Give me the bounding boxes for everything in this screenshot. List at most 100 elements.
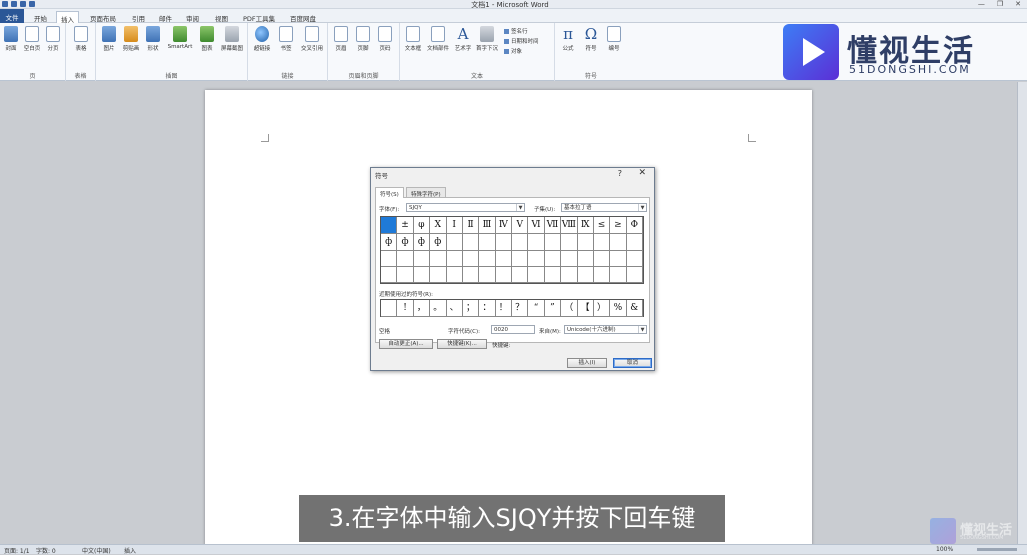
recent-symbol-cell[interactable]: ？: [512, 300, 529, 317]
symbol-cell[interactable]: [561, 234, 578, 251]
page-number-button[interactable]: 页码: [374, 26, 396, 52]
screenshot-button[interactable]: 屏幕截图: [218, 26, 246, 52]
font-combobox[interactable]: SJQY ▼: [406, 203, 525, 212]
tab-references[interactable]: 引用: [128, 11, 149, 23]
symbol-cell[interactable]: [397, 251, 414, 267]
symbol-cell[interactable]: ф: [413, 234, 431, 251]
symbol-cell[interactable]: [381, 251, 398, 267]
picture-button[interactable]: 图片: [98, 26, 120, 52]
symbol-cell[interactable]: [462, 234, 480, 251]
symbol-cell[interactable]: [577, 251, 594, 267]
dropcap-button[interactable]: 首字下沉: [476, 26, 498, 52]
cover-page-button[interactable]: 封面: [0, 26, 22, 52]
shortcut-key-button[interactable]: 快捷键(K)...: [437, 339, 487, 349]
bookmark-button[interactable]: 书签: [275, 26, 297, 52]
symbol-cell[interactable]: [446, 234, 463, 251]
symbol-cell[interactable]: ≤: [593, 217, 611, 234]
symbol-cell[interactable]: [561, 251, 578, 267]
symbol-cell[interactable]: [512, 234, 529, 251]
page-break-button[interactable]: 分页: [42, 26, 64, 52]
blank-page-button[interactable]: 空白页: [21, 26, 43, 52]
symbol-cell[interactable]: [528, 267, 545, 283]
redo-icon[interactable]: [29, 1, 35, 7]
symbol-cell[interactable]: [544, 251, 562, 267]
tab-pdf-tools[interactable]: PDF工具集: [239, 11, 279, 23]
signature-line-button[interactable]: 签名行: [504, 27, 528, 35]
recent-symbol-cell[interactable]: 。: [430, 300, 447, 317]
wordart-button[interactable]: A 艺术字: [452, 26, 474, 52]
recent-symbol-cell[interactable]: “: [528, 300, 545, 317]
chevron-down-icon[interactable]: ▼: [638, 326, 646, 333]
recent-symbol-cell[interactable]: 【: [577, 300, 594, 317]
symbol-cell[interactable]: [593, 267, 611, 283]
symbol-cell[interactable]: Ⅶ: [544, 217, 562, 234]
recent-symbol-cell[interactable]: &: [626, 300, 643, 317]
char-code-input[interactable]: 0020: [491, 325, 535, 334]
recent-symbol-cell[interactable]: ：: [479, 300, 496, 317]
symbol-cell[interactable]: Ⅷ: [561, 217, 578, 234]
symbol-cell[interactable]: Ⅲ: [479, 217, 496, 234]
symbol-button[interactable]: Ω 符号: [580, 26, 602, 52]
symbol-cell[interactable]: [479, 234, 496, 251]
symbol-cell[interactable]: Ⅰ: [446, 217, 463, 234]
symbol-cell[interactable]: [446, 251, 463, 267]
recent-symbol-cell[interactable]: 、: [446, 300, 463, 317]
recent-symbol-cell[interactable]: （: [561, 300, 578, 317]
recent-symbol-cell[interactable]: ）: [593, 300, 611, 317]
recent-symbol-cell[interactable]: ！: [495, 300, 512, 317]
textbox-button[interactable]: 文本框: [402, 26, 424, 52]
symbol-cell[interactable]: [544, 267, 562, 283]
autocorrect-button[interactable]: 自动更正(A)...: [379, 339, 433, 349]
maximize-button[interactable]: ❐: [997, 0, 1003, 8]
cross-reference-button[interactable]: 交叉引用: [299, 26, 325, 52]
symbol-cell[interactable]: [462, 267, 480, 283]
symbol-cell[interactable]: [413, 251, 431, 267]
save-icon[interactable]: [11, 1, 17, 7]
symbol-cell[interactable]: [430, 267, 447, 283]
symbol-cell[interactable]: ±: [397, 217, 414, 234]
tab-mailings[interactable]: 邮件: [155, 11, 176, 23]
symbol-cell[interactable]: [528, 251, 545, 267]
symbol-cell[interactable]: Ⅸ: [577, 217, 594, 234]
chevron-down-icon[interactable]: ▼: [516, 204, 524, 211]
recent-symbol-cell[interactable]: ；: [462, 300, 480, 317]
symbol-cell[interactable]: [610, 251, 627, 267]
smartart-button[interactable]: SmartArt: [166, 26, 194, 50]
symbol-cell[interactable]: [479, 267, 496, 283]
recent-symbol-cell[interactable]: ，: [413, 300, 431, 317]
clipart-button[interactable]: 剪贴画: [120, 26, 142, 52]
insert-button[interactable]: 插入(I): [567, 358, 607, 368]
symbol-cell[interactable]: [413, 267, 431, 283]
zoom-slider[interactable]: [977, 548, 1017, 551]
quick-parts-button[interactable]: 文档部件: [425, 26, 451, 52]
table-button[interactable]: 表格: [70, 26, 92, 52]
symbol-cell[interactable]: Ⅵ: [528, 217, 545, 234]
word-icon[interactable]: [2, 1, 8, 7]
close-window-button[interactable]: ✕: [1015, 0, 1021, 8]
symbol-cell[interactable]: [593, 251, 611, 267]
minimize-button[interactable]: —: [978, 0, 985, 8]
equation-button[interactable]: π 公式: [557, 26, 579, 52]
symbol-cell[interactable]: [528, 234, 545, 251]
tab-file[interactable]: 文件: [0, 9, 24, 23]
symbol-cell[interactable]: [495, 234, 512, 251]
tab-page-layout[interactable]: 页面布局: [86, 11, 120, 23]
tab-insert[interactable]: 插入: [56, 11, 79, 24]
recent-symbol-cell[interactable]: [381, 300, 398, 317]
vertical-scrollbar[interactable]: [1017, 82, 1027, 544]
symbol-cell[interactable]: [593, 234, 611, 251]
symbol-cell[interactable]: [544, 234, 562, 251]
symbol-cell[interactable]: [626, 234, 643, 251]
object-button[interactable]: 对象: [504, 47, 522, 55]
zoom-level[interactable]: 100%: [936, 546, 953, 553]
cancel-button[interactable]: 取消: [613, 358, 652, 368]
tab-home[interactable]: 开始: [30, 11, 51, 23]
symbol-cell[interactable]: [577, 267, 594, 283]
symbol-cell[interactable]: [626, 267, 643, 283]
tab-baidu-netdisk[interactable]: 百度网盘: [286, 11, 320, 23]
symbol-cell[interactable]: [610, 234, 627, 251]
help-button[interactable]: ?: [618, 169, 622, 178]
symbol-cell[interactable]: [430, 251, 447, 267]
date-time-button[interactable]: 日期和时间: [504, 37, 539, 45]
tab-symbols[interactable]: 符号(S): [375, 187, 404, 198]
